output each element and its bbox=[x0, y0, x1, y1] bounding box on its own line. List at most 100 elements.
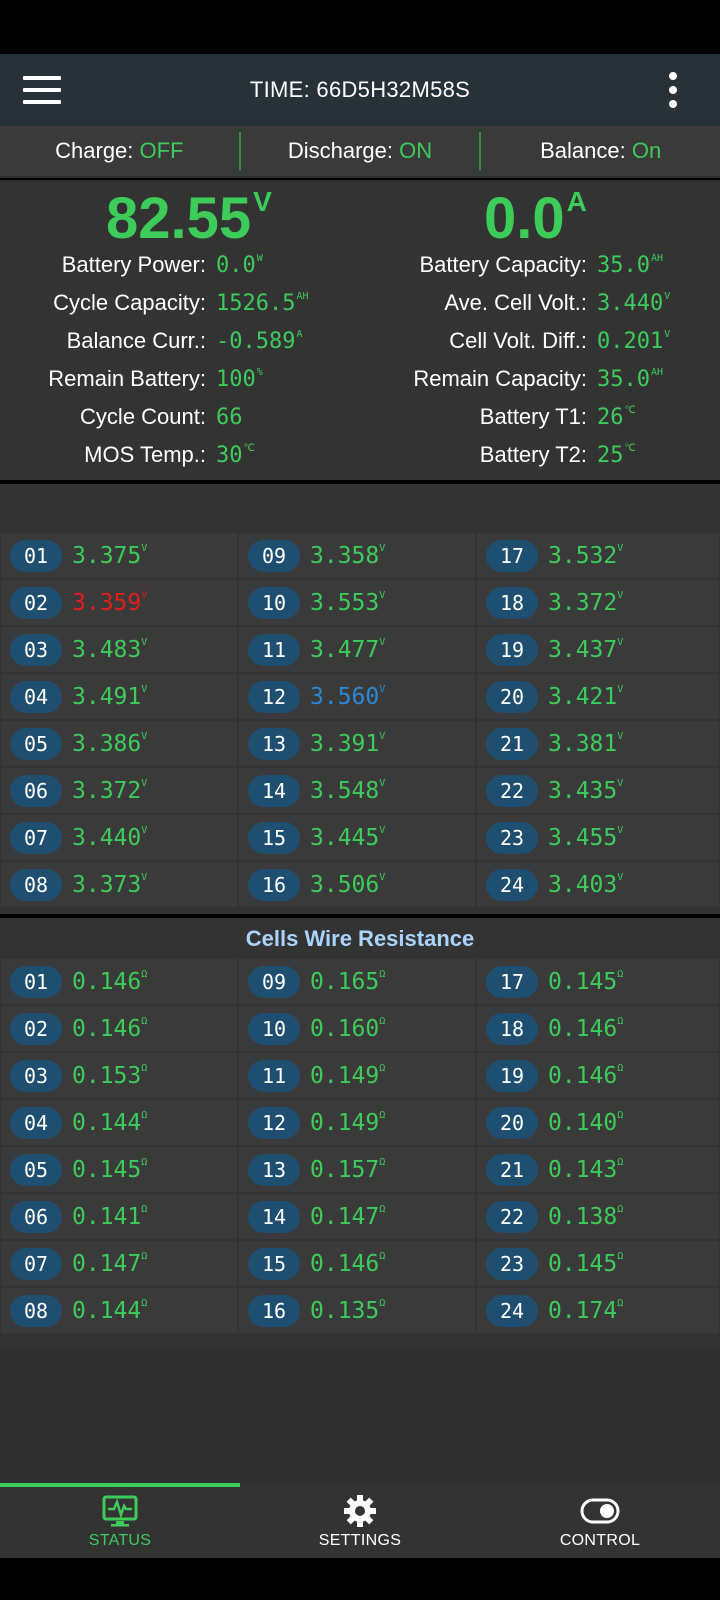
wire-resistance-value: 0.146Ω bbox=[548, 1062, 624, 1089]
cell-number-badge: 05 bbox=[10, 727, 62, 760]
cell-voltage-value: 3.440V bbox=[72, 824, 148, 851]
cell-number-badge: 24 bbox=[486, 1294, 538, 1327]
wire-resistance-value: 0.157Ω bbox=[310, 1156, 386, 1183]
cell-number-badge: 19 bbox=[486, 633, 538, 666]
cell-number-badge: 07 bbox=[10, 821, 62, 854]
wire-resistance-cell: 11 0.149Ω bbox=[238, 1052, 476, 1099]
cell-voltage-cell: 04 3.491V bbox=[0, 673, 238, 720]
cell-voltage-cell: 17 3.532V bbox=[476, 532, 720, 579]
wire-resistance-cell: 13 0.157Ω bbox=[238, 1146, 476, 1193]
summary-row: Cell Volt. Diff.: 0.201V bbox=[0, 322, 670, 360]
wire-resistance-value: 0.165Ω bbox=[310, 968, 386, 995]
cell-voltage-cell: 24 3.403V bbox=[476, 861, 720, 908]
nav-settings-label: SETTINGS bbox=[318, 1532, 402, 1549]
total-current: 0.0A bbox=[484, 188, 587, 248]
nav-control-label: CONTROL bbox=[559, 1532, 641, 1549]
cell-number-badge: 13 bbox=[248, 1153, 300, 1186]
cell-number-badge: 19 bbox=[486, 1059, 538, 1092]
wire-resistance-value: 0.145Ω bbox=[548, 968, 624, 995]
discharge-label: Discharge: bbox=[287, 138, 400, 163]
charge-value: OFF bbox=[139, 138, 184, 163]
cell-voltage-cell: 07 3.440V bbox=[0, 814, 238, 861]
charge-label: Charge: bbox=[55, 138, 140, 163]
summary-value: 35.0AH bbox=[597, 366, 664, 392]
wire-resistance-value: 0.174Ω bbox=[548, 1297, 624, 1324]
wire-resistance-value: 0.141Ω bbox=[72, 1203, 148, 1230]
cell-number-badge: 17 bbox=[486, 965, 538, 998]
cell-number-badge: 16 bbox=[248, 1294, 300, 1327]
wire-resistance-cell: 24 0.174Ω bbox=[476, 1287, 720, 1334]
cell-number-badge: 11 bbox=[248, 1059, 300, 1092]
wire-resistance-value: 0.147Ω bbox=[310, 1203, 386, 1230]
wire-resistance-value: 0.146Ω bbox=[72, 968, 148, 995]
summary-value: 35.0AH bbox=[597, 252, 664, 278]
nav-status[interactable]: STATUS bbox=[0, 1483, 240, 1558]
cell-number-badge: 11 bbox=[248, 633, 300, 666]
wire-resistance-value: 0.149Ω bbox=[310, 1109, 386, 1136]
wire-resistance-value: 0.149Ω bbox=[310, 1062, 386, 1089]
wire-resistance-cell: 05 0.145Ω bbox=[0, 1146, 238, 1193]
cell-voltage-cell: 06 3.372V bbox=[0, 767, 238, 814]
summary-row: Ave. Cell Volt.: 3.440V bbox=[0, 284, 670, 322]
content-empty-area bbox=[0, 1346, 720, 1486]
wire-resistance-value: 0.146Ω bbox=[548, 1015, 624, 1042]
cell-number-badge: 08 bbox=[10, 1294, 62, 1327]
cell-number-badge: 13 bbox=[248, 727, 300, 760]
bottom-navigation: STATUS SETTINGS CONTROL bbox=[0, 1483, 720, 1558]
cell-number-badge: 01 bbox=[10, 965, 62, 998]
cell-voltage-value: 3.560V bbox=[310, 683, 386, 710]
total-current-value: 0.0 bbox=[484, 186, 565, 251]
more-options-icon[interactable] bbox=[666, 70, 680, 110]
nav-settings[interactable]: SETTINGS bbox=[240, 1486, 480, 1558]
cell-voltage-cell: 08 3.373V bbox=[0, 861, 238, 908]
summary-label: Cell Volt. Diff.: bbox=[449, 328, 587, 353]
cell-voltage-cell: 23 3.455V bbox=[476, 814, 720, 861]
cell-number-badge: 16 bbox=[248, 868, 300, 901]
cell-number-badge: 04 bbox=[10, 1106, 62, 1139]
cell-number-badge: 01 bbox=[10, 539, 62, 572]
cell-voltage-cell: 14 3.548V bbox=[238, 767, 476, 814]
wire-resistance-value: 0.153Ω bbox=[72, 1062, 148, 1089]
cell-number-badge: 23 bbox=[486, 821, 538, 854]
cell-voltage-cell: 21 3.381V bbox=[476, 720, 720, 767]
cell-voltage-value: 3.372V bbox=[548, 589, 624, 616]
cell-number-badge: 12 bbox=[248, 680, 300, 713]
cell-number-badge: 18 bbox=[486, 586, 538, 619]
cell-number-badge: 15 bbox=[248, 1247, 300, 1280]
wire-resistance-cell: 22 0.138Ω bbox=[476, 1193, 720, 1240]
gear-icon bbox=[342, 1494, 378, 1528]
cell-voltage-cell: 22 3.435V bbox=[476, 767, 720, 814]
wire-resistance-cell: 19 0.146Ω bbox=[476, 1052, 720, 1099]
voltage-unit: V bbox=[253, 186, 272, 217]
wire-resistance-cell: 04 0.144Ω bbox=[0, 1099, 238, 1146]
balance-value: On bbox=[631, 138, 662, 163]
wire-resistance-value: 0.160Ω bbox=[310, 1015, 386, 1042]
wire-resistance-value: 0.146Ω bbox=[310, 1250, 386, 1277]
summary-label: Battery Capacity: bbox=[419, 252, 587, 277]
cell-number-badge: 14 bbox=[248, 1200, 300, 1233]
cell-number-badge: 06 bbox=[10, 1200, 62, 1233]
current-unit: A bbox=[566, 186, 587, 217]
cell-voltage-value: 3.553V bbox=[310, 589, 386, 616]
cell-number-badge: 20 bbox=[486, 1106, 538, 1139]
wire-resistance-value: 0.144Ω bbox=[72, 1109, 148, 1136]
switch-state-row: Charge: OFF Discharge: ON Balance: On bbox=[0, 126, 720, 178]
nav-control[interactable]: CONTROL bbox=[480, 1486, 720, 1558]
cell-number-badge: 09 bbox=[248, 965, 300, 998]
balance-label: Balance: bbox=[540, 138, 632, 163]
summary-row: Battery Capacity: 35.0AH bbox=[0, 246, 663, 284]
summary-value: 3.440V bbox=[597, 290, 671, 316]
discharge-state: Discharge: ON bbox=[241, 138, 480, 164]
cell-number-badge: 21 bbox=[486, 727, 538, 760]
menu-icon[interactable] bbox=[23, 74, 61, 106]
wire-resistance-grid: 01 0.146Ω 09 0.165Ω 17 0.145Ω 02 0.146Ω 10 0.160Ω… bbox=[0, 958, 720, 1334]
cell-voltage-cell: 02 3.359V bbox=[0, 579, 238, 626]
wire-resistance-cell: 08 0.144Ω bbox=[0, 1287, 238, 1334]
wire-resistance-value: 0.145Ω bbox=[548, 1250, 624, 1277]
active-tab-indicator bbox=[0, 1483, 240, 1487]
total-voltage-value: 82.55 bbox=[106, 186, 252, 251]
cell-number-badge: 07 bbox=[10, 1247, 62, 1280]
cell-voltage-value: 3.421V bbox=[548, 683, 624, 710]
total-voltage: 82.55V bbox=[106, 188, 272, 248]
cell-voltage-cell: 01 3.375V bbox=[0, 532, 238, 579]
